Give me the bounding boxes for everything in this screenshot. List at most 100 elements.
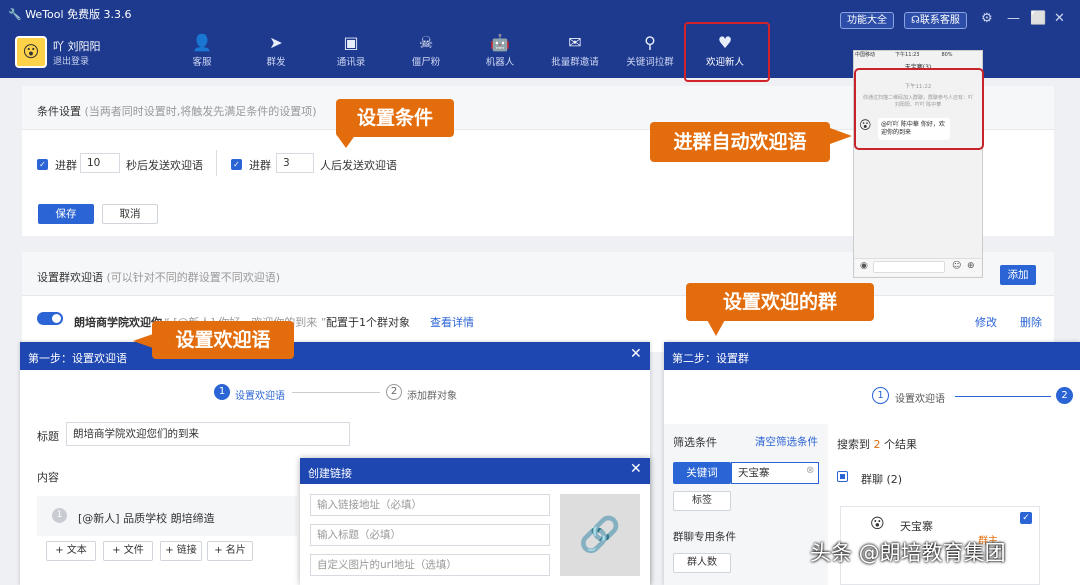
app-title-text: WeTool 免费版 3.3.6 [25,8,132,21]
group-checkbox[interactable]: ✓ [1020,512,1032,524]
nav-item-service[interactable]: 👤 客服 [167,32,237,68]
content-item-text: [@新人] 品质学校 朗培缔造 [78,512,215,525]
condition-2-checkbox[interactable]: ✓ [231,157,242,170]
person-icon: 👤 [192,33,212,52]
link-icon: 🔗 [560,494,640,576]
phone-avatar-icon: 😮 [859,118,872,132]
nav-label: 机器人 [485,57,515,68]
create-link-close-icon[interactable]: ✕ [630,461,642,477]
welcome-row-config: 配置于1个群对象 [326,316,410,329]
user-name: 吖 刘阳阳 [53,40,101,53]
group-label: 群聊 [861,473,883,486]
add-link-button[interactable]: + 链接 [160,541,202,561]
group-name: 天宝寨 [900,520,933,533]
group-select-all-checkbox[interactable] [837,471,848,482]
step1-label: 设置欢迎语 [895,394,945,405]
step1-indicator: 1 [214,384,230,400]
phone-bubble: @吖吖 陈中華 你好，欢迎你的到来 [878,118,950,140]
result-count: 2 [873,438,881,451]
link-image-input[interactable]: 自定义图片的url地址（选填） [310,554,550,576]
step-connector [292,392,380,393]
tag-button[interactable]: 标签 [673,491,731,511]
welcome-groups-hint: (可以针对不同的群设置不同欢迎语) [106,271,281,284]
maximize-icon[interactable]: ⬜ [1030,11,1046,26]
features-button[interactable]: 功能大全 [840,12,894,29]
view-details-link[interactable]: 查看详情 [430,314,474,330]
group-count: (2) [886,473,903,486]
group-section: 群聊 (2) [861,471,902,487]
status-time: 下午11:23 [895,52,920,58]
app-title: 🔧 WeTool 免费版 3.3.6 [8,6,132,22]
minimize-icon[interactable]: — [1007,11,1020,26]
delete-link[interactable]: 删除 [1020,314,1042,330]
dialog-step2-title: 第二步：设置群 [672,352,749,365]
save-button[interactable]: 保存 [38,204,94,224]
create-link-header [300,458,650,484]
callout-set-group: 设置欢迎的群 [686,283,874,321]
condition-2-count-input[interactable]: 3 [276,153,314,173]
condition-1-checkbox[interactable]: ✓ [37,157,48,170]
conditions-title-text: 条件设置 [37,105,81,118]
condition-2-suffix: 人后发送欢迎语 [320,159,397,172]
cancel-button[interactable]: 取消 [102,204,158,224]
nav-label: 群发 [266,57,286,68]
support-button[interactable]: ☊联系客服 [904,12,967,29]
close-icon[interactable]: ✕ [1054,11,1065,26]
title-input[interactable]: 朗培商学院欢迎您们的到来 [66,422,350,446]
nav-item-robot[interactable]: 🤖 机器人 [465,32,535,68]
logout-link[interactable]: 退出登录 [53,54,89,67]
add-file-button[interactable]: + 文件 [103,541,153,561]
callout-set-condition: 设置条件 [336,99,454,137]
nav-item-invite[interactable]: ✉ 批量群邀请 [540,32,610,68]
callout-set-message: 设置欢迎语 [152,321,294,359]
enable-toggle[interactable] [37,312,63,325]
condition-1-seconds-input[interactable]: 10 [80,153,120,173]
nav-item-broadcast[interactable]: ➤ 群发 [241,32,311,68]
step-connector [955,396,1051,397]
add-button[interactable]: 添加 [1000,265,1036,285]
nav-label: 僵尸粉 [411,57,441,68]
welcome-groups-title: 设置群欢迎语 (可以针对不同的群设置不同欢迎语) [37,269,280,285]
conditions-title: 条件设置 (当两者同时设置时,将触发先满足条件的设置项) [37,103,317,119]
member-count-button[interactable]: 群人数 [673,553,731,573]
condition-2-prefix: 进群 [249,159,271,172]
dialog-close-icon[interactable]: ✕ [630,346,642,362]
settings-icon[interactable]: ⚙ [981,11,993,26]
phone-msg-time: 下午11:22 [904,84,932,90]
skull-icon: ☠ [418,33,434,52]
step2-indicator: 2 [386,384,402,400]
search-icon: ⚲ [644,33,656,52]
edit-link[interactable]: 修改 [975,314,997,330]
step2-label: 添加群对象 [407,391,457,402]
check-icon: ✓ [231,159,242,170]
link-url-input[interactable]: 输入链接地址（必填） [310,494,550,516]
keyword-tab[interactable]: 关键词 [673,462,731,484]
nav-item-keyword[interactable]: ⚲ 关键词拉群 [615,32,685,68]
link-title-input[interactable]: 输入标题（必填） [310,524,550,546]
send-icon: ➤ [269,33,283,52]
check-icon: ✓ [37,159,48,170]
contacts-icon: ▣ [343,33,359,52]
result-prefix: 搜索到 [837,438,870,451]
group-avatar: 😮 [870,516,885,532]
clear-filter-link[interactable]: 清空筛选条件 [755,434,818,449]
voice-icon: ◉ [860,261,868,271]
callout-auto-welcome: 进群自动欢迎语 [650,122,830,162]
clear-input-icon[interactable]: ⊗ [806,465,814,476]
callout-arrow [830,128,852,144]
user-avatar[interactable]: 😮 [15,36,47,68]
add-text-button[interactable]: + 文本 [46,541,96,561]
nav-item-zombie[interactable]: ☠ 僵尸粉 [391,32,461,68]
phone-system-msg: 你通过扫描二维码加入群聊，群聊参与人还有：吖 刘阳阳、吖吖 陈中華 [862,95,973,108]
search-result-summary: 搜索到 2 个结果 [837,436,917,452]
emoji-icon: ☺ [952,261,962,271]
add-card-button[interactable]: + 名片 [207,541,253,561]
nav-item-contacts[interactable]: ▣ 通讯录 [316,32,386,68]
nav-highlight-box [684,22,770,82]
result-suffix: 个结果 [884,438,917,451]
headset-icon: ☊ [911,15,920,26]
wrench-icon: 🔧 [8,8,22,21]
dialog-step1-title: 第一步：设置欢迎语 [28,352,127,365]
callout-arrow [133,334,153,348]
content-item-number: 1 [52,508,67,523]
